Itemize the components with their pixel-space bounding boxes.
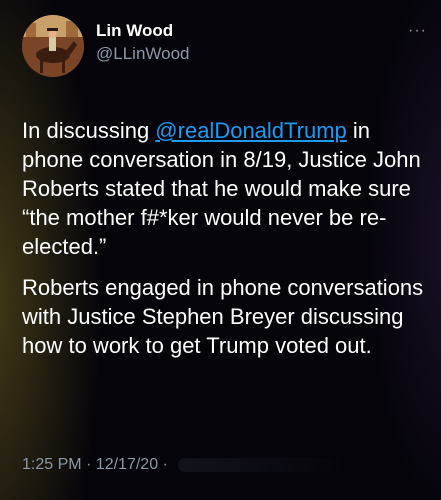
mention-link[interactable]: @realDonaldTrump [155, 118, 346, 143]
tweet-text: In discussing @realDonaldTrump in phone … [22, 116, 432, 360]
more-options-icon[interactable]: ··· [408, 22, 427, 40]
tweet-text-segment: In discussing [22, 118, 156, 143]
author-names: Lin Wood @LLinWood [96, 20, 190, 66]
tweet-meta: 1:25 PM · 12/17/20 · [22, 456, 349, 474]
tweet-paragraph-1: In discussing @realDonaldTrump in phone … [22, 116, 432, 261]
avatar-horse-rider-icon [22, 15, 84, 77]
tweet-card: Lin Wood @LLinWood ··· In discussing @re… [0, 0, 441, 500]
tweet-paragraph-2: Roberts engaged in phone conversations w… [22, 275, 424, 358]
author-handle[interactable]: @LLinWood [96, 42, 190, 66]
redacted-source [178, 457, 349, 472]
avatar[interactable] [22, 15, 84, 77]
author-display-name[interactable]: Lin Wood [96, 20, 190, 42]
tweet-timestamp[interactable]: 1:25 PM · 12/17/20 · [22, 456, 172, 473]
tweet-header: Lin Wood @LLinWood ··· [22, 14, 427, 78]
